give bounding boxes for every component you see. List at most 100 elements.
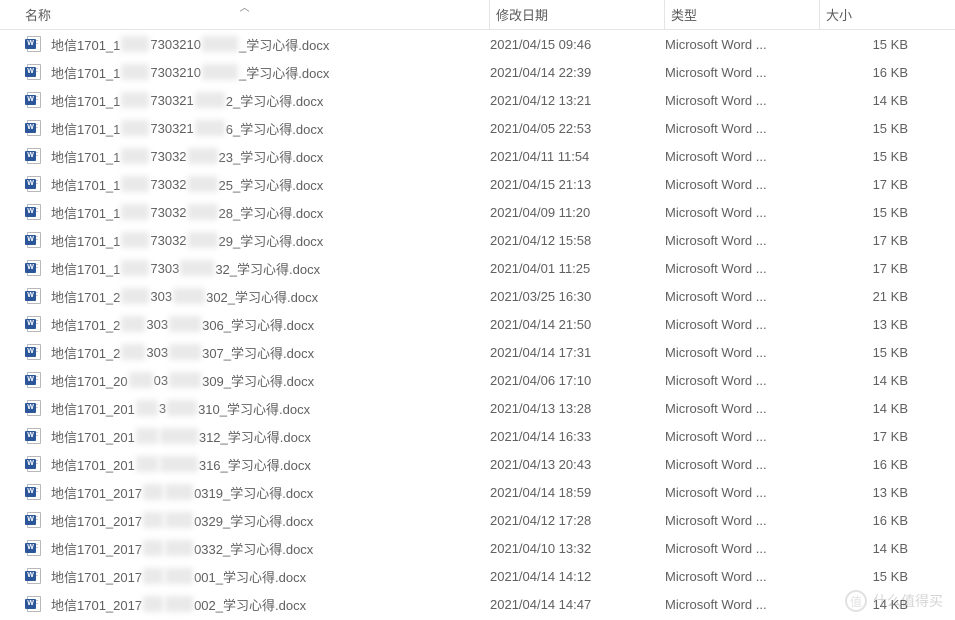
file-size-cell: 15 KB xyxy=(820,37,930,52)
file-date-cell: 2021/04/01 11:25 xyxy=(490,261,665,276)
file-date-cell: 2021/03/25 16:30 xyxy=(490,289,665,304)
file-name-cell[interactable]: W地信1701_2303307_学习心得.docx xyxy=(0,343,490,362)
file-name-cell[interactable]: W地信1701_17303225_学习心得.docx xyxy=(0,175,490,194)
file-name-cell[interactable]: W 地信1701_17303223_学习心得.docx xyxy=(0,147,490,166)
word-document-icon: W xyxy=(25,540,41,556)
file-date-cell: 2021/04/13 20:43 xyxy=(490,457,665,472)
file-row[interactable]: W 地信1701_2017001_学习心得.docx 2021/04/14 14:1… xyxy=(0,562,955,590)
file-size-cell: 16 KB xyxy=(820,513,930,528)
file-row[interactable]: W地信1701_17303216_学习心得.docx2021/04/05 22:… xyxy=(0,114,955,142)
file-name: 地信1701_201316_学习心得.docx xyxy=(51,455,311,474)
word-document-icon: W xyxy=(25,344,41,360)
word-document-icon: W xyxy=(25,596,41,612)
file-name: 地信1701_2303306_学习心得.docx xyxy=(51,315,314,334)
file-name: 地信1701_2017001_学习心得.docx xyxy=(51,567,306,586)
word-document-icon: W xyxy=(25,456,41,472)
word-document-icon: W xyxy=(25,260,41,276)
word-document-icon: W xyxy=(25,400,41,416)
file-row[interactable]: W地信1701_20170319_学习心得.docx2021/04/14 18:… xyxy=(0,478,955,506)
file-name-cell[interactable]: W地信1701_2013310_学习心得.docx xyxy=(0,399,490,418)
file-row[interactable]: W地信1701_20170329_学习心得.docx2021/04/12 17:… xyxy=(0,506,955,534)
file-type-cell: Microsoft Word ... xyxy=(665,37,820,52)
file-row[interactable]: W地信1701_17303210_学习心得.docx2021/04/15 09:… xyxy=(0,30,955,58)
file-name: 地信1701_2303302_学习心得.docx xyxy=(51,287,318,306)
file-date-cell: 2021/04/12 13:21 xyxy=(490,93,665,108)
file-name-cell[interactable]: W 地信1701_1730332_学习心得.docx xyxy=(0,259,490,278)
file-name-cell[interactable]: W地信1701_17303228_学习心得.docx xyxy=(0,203,490,222)
file-name-cell[interactable]: W地信1701_20170332_学习心得.docx xyxy=(0,539,490,558)
file-name-cell[interactable]: W地信1701_17303210_学习心得.docx xyxy=(0,63,490,82)
column-header-size[interactable]: 大小 xyxy=(820,0,930,29)
file-name: 地信1701_17303229_学习心得.docx xyxy=(51,231,323,250)
file-row[interactable]: W地信1701_2013310_学习心得.docx2021/04/13 13:2… xyxy=(0,394,955,422)
file-row[interactable]: W地信1701_17303229_学习心得.docx2021/04/12 15:… xyxy=(0,226,955,254)
file-type-cell: Microsoft Word ... xyxy=(665,429,820,444)
file-name-cell[interactable]: W地信1701_2017002_学习心得.docx xyxy=(0,595,490,614)
file-row[interactable]: W地信1701_2303307_学习心得.docx2021/04/14 17:3… xyxy=(0,338,955,366)
file-row[interactable]: W地信1701_17303212_学习心得.docx2021/04/12 13:… xyxy=(0,86,955,114)
file-size-cell: 17 KB xyxy=(820,261,930,276)
column-header-date[interactable]: 修改日期 xyxy=(490,0,665,29)
column-header-type[interactable]: 类型 xyxy=(665,0,820,29)
file-name-cell[interactable]: W地信1701_2303302_学习心得.docx xyxy=(0,287,490,306)
file-name: 地信1701_20170319_学习心得.docx xyxy=(51,483,313,502)
file-name-cell[interactable]: W地信1701_20170329_学习心得.docx xyxy=(0,511,490,530)
file-name-cell[interactable]: W地信1701_17303229_学习心得.docx xyxy=(0,231,490,250)
file-row[interactable]: W地信1701_201312_学习心得.docx2021/04/14 16:33… xyxy=(0,422,955,450)
file-type-cell: Microsoft Word ... xyxy=(665,289,820,304)
word-document-icon: W xyxy=(25,568,41,584)
file-date-cell: 2021/04/14 21:50 xyxy=(490,317,665,332)
file-date-cell: 2021/04/12 17:28 xyxy=(490,513,665,528)
file-row[interactable]: W地信1701_2017002_学习心得.docx2021/04/14 14:4… xyxy=(0,590,955,618)
file-date-cell: 2021/04/09 11:20 xyxy=(490,205,665,220)
file-row[interactable]: W 地信1701_17303223_学习心得.docx 2021/04/11 11:… xyxy=(0,142,955,170)
file-size-cell: 14 KB xyxy=(820,93,930,108)
file-date-cell: 2021/04/06 17:10 xyxy=(490,373,665,388)
file-size-cell: 14 KB xyxy=(820,541,930,556)
file-date-cell: 2021/04/14 14:12 xyxy=(490,569,665,584)
file-date-cell: 2021/04/11 11:54 xyxy=(490,149,665,164)
file-name-cell[interactable]: W 地信1701_2017001_学习心得.docx xyxy=(0,567,490,586)
file-row[interactable]: W地信1701_17303210_学习心得.docx2021/04/14 22:… xyxy=(0,58,955,86)
word-document-icon: W xyxy=(25,148,41,164)
word-document-icon: W xyxy=(25,484,41,500)
file-row[interactable]: W地信1701_2303302_学习心得.docx2021/03/25 16:3… xyxy=(0,282,955,310)
file-date-cell: 2021/04/12 15:58 xyxy=(490,233,665,248)
file-size-cell: 15 KB xyxy=(820,205,930,220)
file-date-cell: 2021/04/10 13:32 xyxy=(490,541,665,556)
file-size-cell: 16 KB xyxy=(820,457,930,472)
file-name: 地信1701_1730332_学习心得.docx xyxy=(51,259,320,278)
word-document-icon: W xyxy=(25,92,41,108)
file-row[interactable]: W地信1701_2003309_学习心得.docx2021/04/06 17:1… xyxy=(0,366,955,394)
file-size-cell: 13 KB xyxy=(820,485,930,500)
file-row[interactable]: W地信1701_2303306_学习心得.docx2021/04/14 21:5… xyxy=(0,310,955,338)
file-size-cell: 13 KB xyxy=(820,317,930,332)
file-size-cell: 17 KB xyxy=(820,177,930,192)
word-document-icon: W xyxy=(25,372,41,388)
file-row[interactable]: W地信1701_17303228_学习心得.docx2021/04/09 11:… xyxy=(0,198,955,226)
file-name-cell[interactable]: W地信1701_2303306_学习心得.docx xyxy=(0,315,490,334)
file-row[interactable]: W 地信1701_201316_学习心得.docx 2021/04/13 20:43… xyxy=(0,450,955,478)
column-header-name[interactable]: 名称 ︿ xyxy=(0,0,490,29)
file-type-cell: Microsoft Word ... xyxy=(665,261,820,276)
column-header-date-label: 修改日期 xyxy=(496,5,548,24)
file-row[interactable]: W地信1701_20170332_学习心得.docx2021/04/10 13:… xyxy=(0,534,955,562)
word-document-icon: W xyxy=(25,36,41,52)
file-size-cell: 15 KB xyxy=(820,121,930,136)
file-row[interactable]: W地信1701_17303225_学习心得.docx2021/04/15 21:… xyxy=(0,170,955,198)
file-name: 地信1701_201312_学习心得.docx xyxy=(51,427,311,446)
file-name-cell[interactable]: W 地信1701_20170319_学习心得.docx xyxy=(0,483,490,502)
file-name: 地信1701_17303223_学习心得.docx xyxy=(51,147,323,166)
file-list: W地信1701_17303210_学习心得.docx2021/04/15 09:… xyxy=(0,30,955,618)
file-name: 地信1701_17303210_学习心得.docx xyxy=(51,63,329,82)
watermark: 值 什么值得买 xyxy=(845,590,943,612)
file-name: 地信1701_17303225_学习心得.docx xyxy=(51,175,323,194)
file-name: 地信1701_17303228_学习心得.docx xyxy=(51,203,323,222)
file-name-cell[interactable]: W地信1701_17303212_学习心得.docx xyxy=(0,91,490,110)
file-name-cell[interactable]: W地信1701_2003309_学习心得.docx xyxy=(0,371,490,390)
file-row[interactable]: W 地信1701_1730332_学习心得.docx 2021/04/01 11:2… xyxy=(0,254,955,282)
file-name-cell[interactable]: W地信1701_201312_学习心得.docx xyxy=(0,427,490,446)
file-name-cell[interactable]: W地信1701_17303210_学习心得.docx xyxy=(0,35,490,54)
file-name-cell[interactable]: W地信1701_17303216_学习心得.docx xyxy=(0,119,490,138)
file-name-cell[interactable]: W 地信1701_201316_学习心得.docx xyxy=(0,455,490,474)
